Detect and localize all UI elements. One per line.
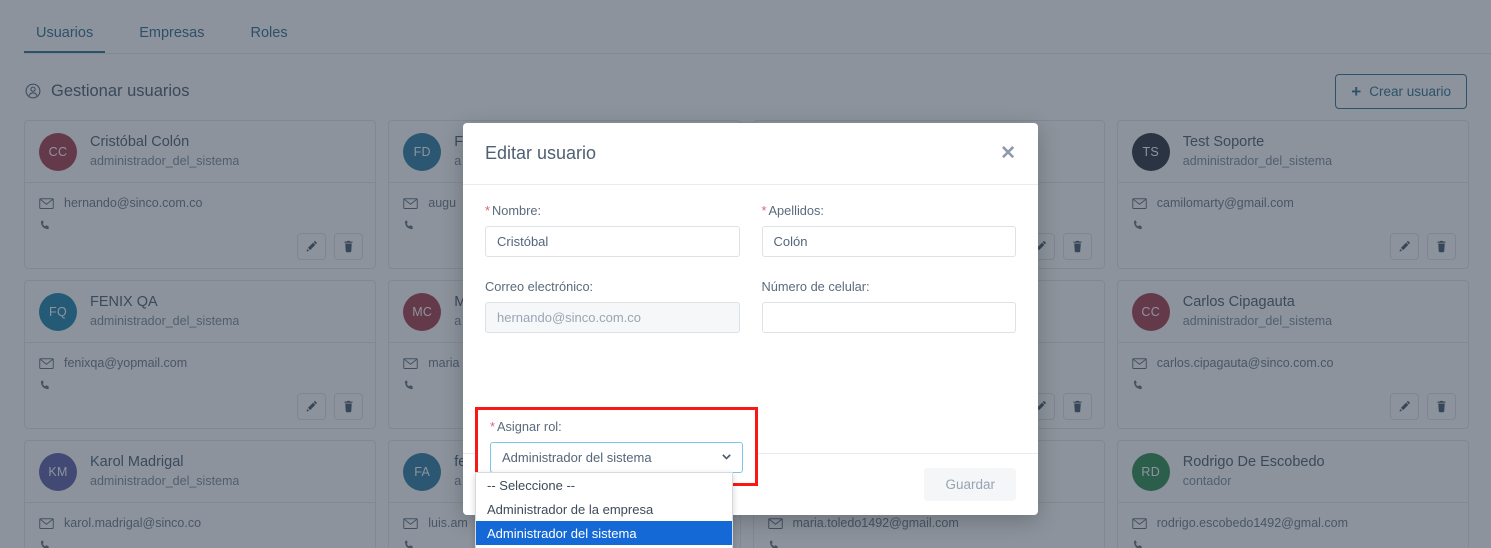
apellidos-group: * Apellidos: xyxy=(761,203,1017,257)
nombre-group: * Nombre: xyxy=(485,203,740,257)
name-row: *Nombre: *Apellidos: xyxy=(485,203,1016,257)
modal-header: Editar usuario ✕ xyxy=(463,123,1038,185)
nombre-input[interactable] xyxy=(485,226,740,257)
close-icon[interactable]: ✕ xyxy=(1000,144,1016,163)
role-option-list[interactable]: -- Seleccione -- Administrador de la empr… xyxy=(475,472,733,548)
required-marker: * xyxy=(761,203,767,218)
app-root: UsuariosEmpresasRoles Gestionar usuarios… xyxy=(0,0,1491,548)
rol-label: * Asignar rol: xyxy=(490,419,743,434)
role-option[interactable]: Administrador del sistema xyxy=(476,521,732,545)
contact-row: Correo electrónico: Número de celular: xyxy=(485,279,1016,333)
apellidos-label-text: Apellidos: xyxy=(768,203,824,218)
edit-user-modal: Editar usuario ✕ *Nombre: *Apellidos: xyxy=(463,123,1038,548)
correo-group: Correo electrónico: xyxy=(485,279,740,333)
correo-label: Correo electrónico: xyxy=(485,279,594,294)
celular-input[interactable] xyxy=(761,302,1016,333)
role-select[interactable]: Administrador del sistema xyxy=(490,442,743,473)
celular-group: Número de celular: xyxy=(761,279,1016,333)
role-option[interactable]: Administrador de la empresa xyxy=(476,497,732,521)
modal-title: Editar usuario xyxy=(485,143,597,163)
required-marker: * xyxy=(485,203,490,218)
modal-body: *Nombre: *Apellidos: Correo electrónico: xyxy=(463,185,1038,548)
apellidos-label: * Apellidos: xyxy=(762,203,1017,218)
rol-label-text: Asignar rol: xyxy=(496,419,562,434)
correo-input xyxy=(485,302,740,333)
save-button[interactable]: Guardar xyxy=(924,468,1016,501)
nombre-label: * Nombre: xyxy=(485,203,740,218)
apellidos-input[interactable] xyxy=(761,226,1016,257)
role-select-value: Administrador del sistema xyxy=(502,450,652,465)
role-option[interactable]: -- Seleccione -- xyxy=(476,473,732,497)
nombre-label-text: Nombre: xyxy=(491,203,542,218)
chevron-down-icon xyxy=(720,450,733,466)
celular-label: Número de celular: xyxy=(761,279,870,294)
required-marker: * xyxy=(490,419,495,434)
